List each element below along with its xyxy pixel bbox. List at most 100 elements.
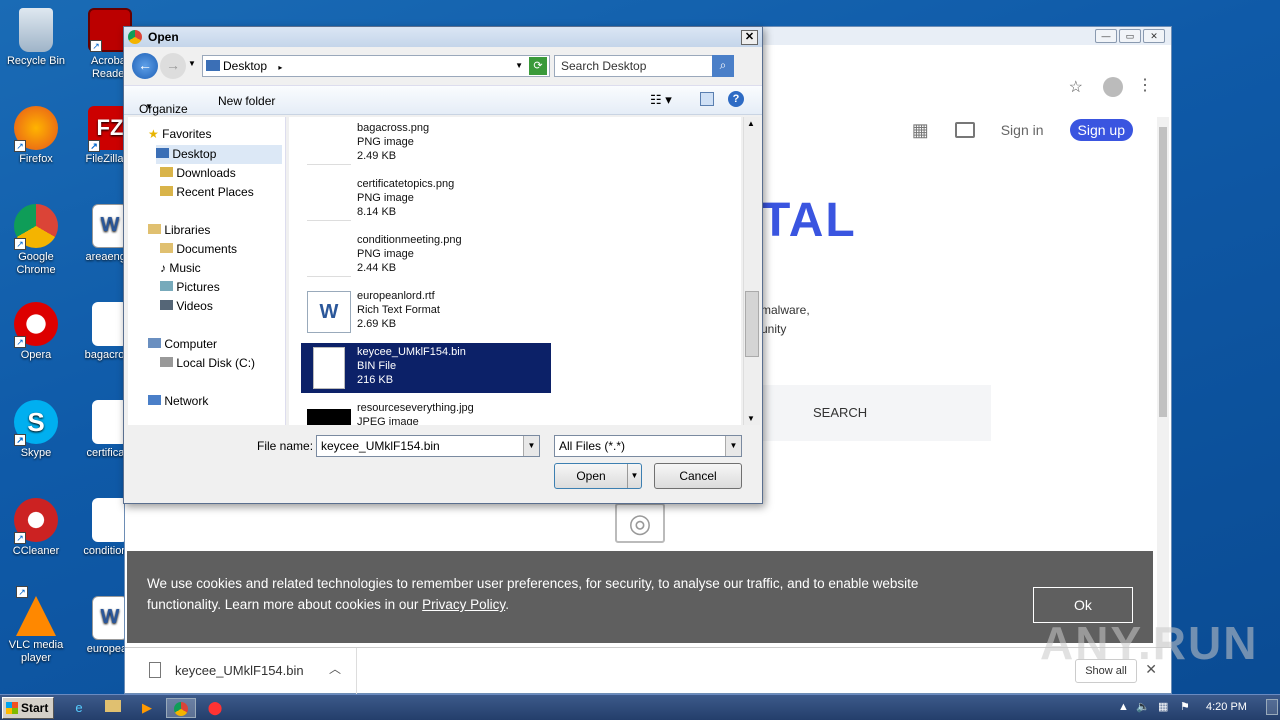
scroll-thumb[interactable] xyxy=(745,291,759,357)
desktop-icon-label: Recycle Bin xyxy=(6,55,66,67)
refresh-icon[interactable]: ⟳ xyxy=(529,57,547,75)
computer-icon xyxy=(148,338,161,348)
search-input[interactable]: Search Desktop ⌕ xyxy=(554,55,734,77)
nav-label: Libraries xyxy=(164,223,211,237)
opera-taskbar-icon[interactable]: ⬤ xyxy=(204,698,226,718)
media-player-icon[interactable]: ▶ xyxy=(136,698,158,718)
nav-documents[interactable]: Documents xyxy=(160,242,237,256)
sign-up-button[interactable]: Sign up xyxy=(1069,119,1133,141)
file-item[interactable]: resourceseverything.jpg JPEG image xyxy=(301,399,551,425)
chat-icon[interactable] xyxy=(954,122,975,138)
nav-favorites[interactable]: ★ Favorites xyxy=(148,127,211,141)
folder-icon xyxy=(206,60,220,71)
explorer-icon[interactable] xyxy=(102,698,124,718)
nav-downloads[interactable]: Downloads xyxy=(160,166,236,180)
png-thumbnail-icon xyxy=(307,235,351,277)
file-item[interactable]: bagacross.png PNG image 2.49 KB xyxy=(301,119,551,169)
start-label: Start xyxy=(21,701,49,715)
preview-pane-icon[interactable] xyxy=(700,92,714,106)
desktop-icon-ccleaner[interactable]: ↗ CCleaner xyxy=(0,498,72,558)
close-button[interactable]: ✕ xyxy=(1143,29,1165,43)
search-icon[interactable]: ⌕ xyxy=(712,55,734,77)
nav-recent-places[interactable]: Recent Places xyxy=(160,185,254,199)
bookmark-star-icon[interactable]: ☆ xyxy=(1069,77,1083,97)
cookie-text-end: . xyxy=(505,597,509,612)
file-item-selected[interactable]: keycee_UMklF154.bin BIN File 216 KB xyxy=(301,343,551,393)
cookie-text: We use cookies and related technologies … xyxy=(147,576,919,612)
show-desktop-button[interactable] xyxy=(1266,699,1278,715)
history-dropdown-icon[interactable]: ▼ xyxy=(188,59,196,68)
breadcrumb-desktop[interactable]: Desktop xyxy=(223,59,267,73)
cancel-button[interactable]: Cancel xyxy=(654,463,742,489)
nav-label: Videos xyxy=(176,299,213,313)
path-dropdown-icon[interactable]: ▼ xyxy=(515,56,523,76)
start-button[interactable]: Start xyxy=(2,697,54,719)
forward-button[interactable]: → xyxy=(160,53,186,79)
page-scrollbar[interactable] xyxy=(1157,117,1169,657)
open-label: Open xyxy=(576,469,606,483)
desktop-icon-label: Google Chrome xyxy=(16,251,56,276)
volume-icon[interactable]: 🔈 xyxy=(1136,700,1150,713)
file-type-select[interactable]: All Files (*.*) ▼ xyxy=(554,435,742,457)
nav-videos[interactable]: Videos xyxy=(160,299,213,313)
file-list-scrollbar[interactable]: ▲ ▼ xyxy=(743,117,760,425)
nav-pictures[interactable]: Pictures xyxy=(160,280,220,294)
nav-music[interactable]: ♪ Music xyxy=(160,261,201,275)
desktop-icon-vlc[interactable]: ↗ VLC media player xyxy=(0,586,72,665)
file-size: 8.14 KB xyxy=(357,206,397,218)
download-item[interactable]: keycee_UMklF154.bin ︿ xyxy=(125,648,357,694)
back-button[interactable]: ← xyxy=(132,53,158,79)
breadcrumb-arrow-icon[interactable]: ▸ xyxy=(278,63,282,72)
scroll-up-icon[interactable]: ▲ xyxy=(747,119,755,128)
minimize-button[interactable]: — xyxy=(1095,29,1117,43)
system-tray: ▲ 🔈 ▦ ⚑ 4:20 PM xyxy=(1108,695,1280,720)
sign-in-link[interactable]: Sign in xyxy=(1001,122,1044,138)
dialog-close-button[interactable]: ✕ xyxy=(741,30,758,45)
recycle-bin-icon xyxy=(19,8,53,52)
cookie-message: We use cookies and related technologies … xyxy=(147,573,967,615)
chrome-taskbar-icon[interactable] xyxy=(166,698,196,718)
opera-icon: ↗ xyxy=(14,302,58,348)
desktop-icon-recycle-bin[interactable]: Recycle Bin xyxy=(0,8,72,68)
dropdown-arrow-icon[interactable]: ▼ xyxy=(523,436,539,456)
path-breadcrumb[interactable]: Desktop ▸ ▼ ⟳ xyxy=(202,55,550,77)
maximize-button[interactable]: ▭ xyxy=(1119,29,1141,43)
apps-grid-icon[interactable]: ▦ xyxy=(912,120,929,141)
chrome-menu-icon[interactable]: ⋮ xyxy=(1137,75,1153,95)
downloads-icon xyxy=(160,167,173,177)
nav-network[interactable]: Network xyxy=(148,394,208,408)
view-options-icon[interactable]: ☷ ▾ xyxy=(650,92,672,108)
flag-icon[interactable]: ⚑ xyxy=(1180,700,1190,713)
nav-computer[interactable]: Computer xyxy=(148,337,217,351)
windows-logo-icon xyxy=(6,702,18,714)
network-tray-icon[interactable]: ▦ xyxy=(1158,700,1168,713)
file-item[interactable]: W europeanlord.rtf Rich Text Format 2.69 K… xyxy=(301,287,551,337)
desktop-icon-opera[interactable]: ↗ Opera xyxy=(0,302,72,362)
scroll-down-icon[interactable]: ▼ xyxy=(747,414,755,423)
file-item[interactable]: conditionmeeting.png PNG image 2.44 KB xyxy=(301,231,551,281)
dropdown-arrow-icon[interactable]: ▼ xyxy=(725,436,741,456)
ie-icon[interactable]: e xyxy=(68,698,90,718)
nav-local-disk[interactable]: Local Disk (C:) xyxy=(160,356,255,370)
privacy-policy-link[interactable]: Privacy Policy xyxy=(422,597,505,612)
file-item[interactable]: certificatetopics.png PNG image 8.14 KB xyxy=(301,175,551,225)
nav-libraries[interactable]: Libraries xyxy=(148,223,210,237)
anyrun-watermark: ANY.RUN xyxy=(1040,617,1259,669)
profile-avatar-icon[interactable] xyxy=(1103,77,1123,97)
split-arrow-icon[interactable]: ▼ xyxy=(627,464,641,488)
tray-expand-icon[interactable]: ▲ xyxy=(1118,701,1129,713)
nav-desktop[interactable]: Desktop xyxy=(156,145,282,164)
star-icon: ★ xyxy=(148,127,159,141)
help-icon[interactable]: ? xyxy=(728,91,744,107)
clock[interactable]: 4:20 PM xyxy=(1206,701,1247,713)
file-name-input[interactable]: keycee_UMklF154.bin ▼ xyxy=(316,435,540,457)
desktop-icon-label: VLC media player xyxy=(8,639,64,664)
new-folder-button[interactable]: New folder xyxy=(218,94,275,108)
chevron-up-icon[interactable]: ︿ xyxy=(329,660,341,677)
desktop-icon-skype[interactable]: S ↗ Skype xyxy=(0,400,72,460)
open-button[interactable]: Open ▼ xyxy=(554,463,642,489)
tab-search[interactable]: SEARCH xyxy=(813,405,867,420)
desktop-icon-firefox[interactable]: ↗ Firefox xyxy=(0,106,72,166)
desktop-icon-chrome[interactable]: ↗ Google Chrome xyxy=(0,204,72,277)
jpg-thumbnail-icon xyxy=(307,409,351,425)
